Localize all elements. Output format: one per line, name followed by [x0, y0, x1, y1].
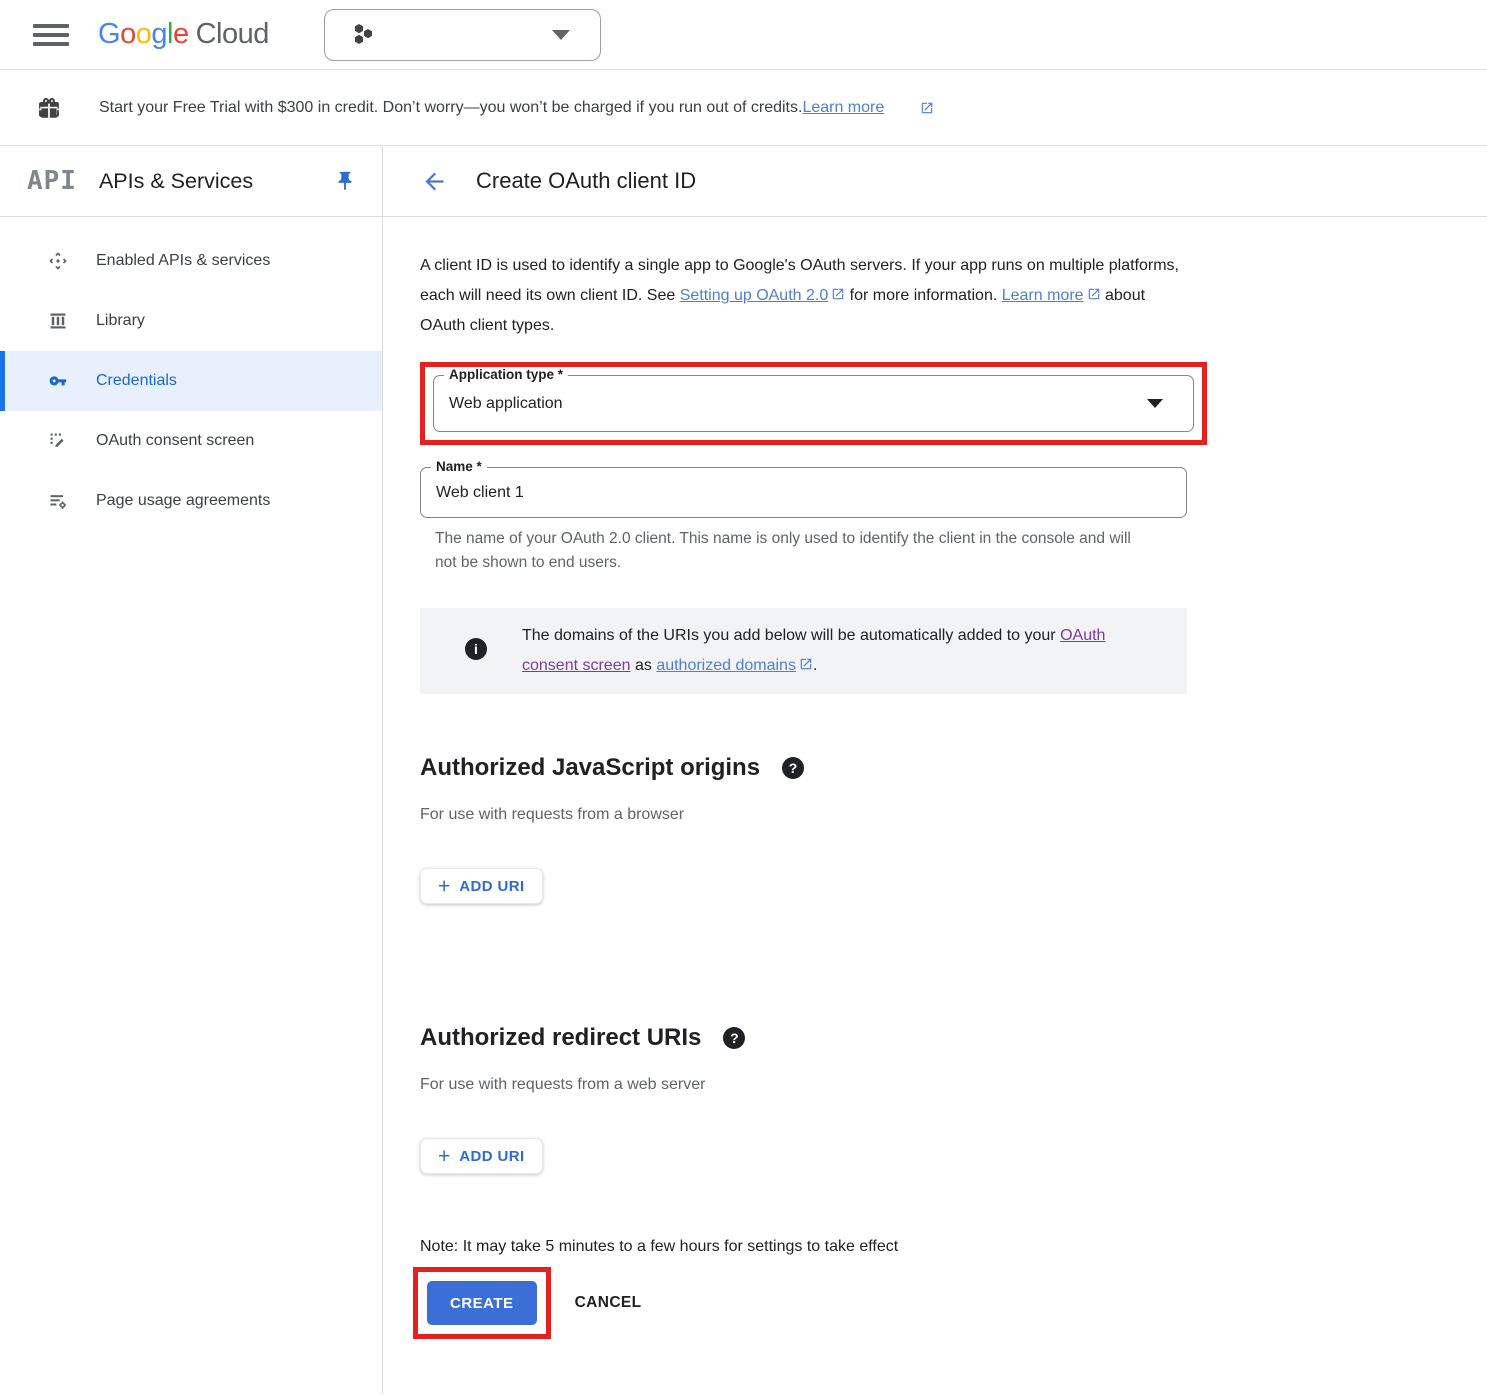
sidebar-nav: Enabled APIs & services Library [0, 217, 382, 531]
name-field[interactable]: Name * [420, 467, 1187, 518]
sidebar-header: API APIs & Services [0, 146, 382, 217]
create-button[interactable]: CREATE [427, 1281, 537, 1325]
sidebar: API APIs & Services Enabled APIs & servi… [0, 146, 383, 1395]
project-icon [349, 20, 379, 50]
setting-up-oauth-link[interactable]: Setting up OAuth 2.0 [680, 287, 829, 304]
project-selector[interactable] [324, 9, 601, 61]
sidebar-item-enabled-apis[interactable]: Enabled APIs & services [0, 231, 382, 291]
hamburger-menu-icon[interactable] [33, 24, 69, 46]
application-type-label: Application type * [444, 367, 568, 382]
page-header: Create OAuth client ID [383, 146, 1487, 217]
sidebar-item-label: Library [96, 312, 145, 330]
intro-paragraph: A client ID is used to identify a single… [420, 251, 1192, 341]
name-input[interactable] [421, 484, 1121, 502]
free-trial-banner: Start your Free Trial with $300 in credi… [0, 70, 1487, 146]
banner-text: Start your Free Trial with $300 in credi… [99, 99, 802, 117]
sidebar-item-oauth-consent[interactable]: OAuth consent screen [0, 411, 382, 471]
apis-icon [48, 251, 68, 271]
external-link-icon [799, 657, 813, 671]
form-actions: CREATE CANCEL [420, 1267, 1487, 1339]
plus-icon: + [438, 876, 450, 897]
chevron-down-icon [552, 30, 570, 40]
redirect-uris-heading: Authorized redirect URIs ? [420, 1024, 1487, 1052]
js-origins-subtitle: For use with requests from a browser [420, 806, 1487, 824]
sidebar-item-library[interactable]: Library [0, 291, 382, 351]
application-type-select[interactable]: Application type * Web application [433, 375, 1194, 432]
sidebar-item-label: Enabled APIs & services [96, 252, 270, 270]
sidebar-item-label: Page usage agreements [96, 492, 270, 510]
plus-icon: + [438, 1146, 450, 1167]
external-link-icon [831, 287, 845, 301]
consent-icon [48, 431, 68, 451]
annotation-box-application-type: Application type * Web application [420, 362, 1207, 445]
key-icon [48, 371, 68, 391]
learn-more-link[interactable]: Learn more [1002, 287, 1084, 304]
external-link-icon [920, 101, 934, 115]
sidebar-item-credentials[interactable]: Credentials [0, 351, 382, 411]
help-icon[interactable]: ? [782, 757, 804, 779]
js-origins-heading: Authorized JavaScript origins ? [420, 754, 1487, 782]
page-title: Create OAuth client ID [476, 168, 696, 194]
settings-note: Note: It may take 5 minutes to a few hou… [420, 1238, 1487, 1256]
name-helper-text: The name of your OAuth 2.0 client. This … [420, 527, 1140, 575]
sidebar-title: APIs & Services [99, 169, 253, 194]
authorized-domains-link[interactable]: authorized domains [656, 657, 796, 674]
cloud-wordmark: Cloud [196, 18, 269, 50]
sidebar-item-page-usage[interactable]: Page usage agreements [0, 471, 382, 531]
chevron-down-icon [1147, 399, 1163, 408]
back-arrow-icon[interactable] [421, 168, 448, 195]
redirect-uris-subtitle: For use with requests from a web server [420, 1076, 1487, 1094]
agreements-icon [48, 491, 68, 511]
gift-icon [36, 95, 62, 121]
api-logo: API [27, 166, 77, 196]
external-link-icon [1087, 287, 1101, 301]
cancel-button[interactable]: CANCEL [575, 1294, 642, 1312]
google-cloud-logo[interactable]: GoogleCloud [98, 18, 269, 51]
sidebar-item-label: Credentials [96, 372, 177, 390]
sidebar-item-label: OAuth consent screen [96, 432, 254, 450]
add-uri-button-redirects[interactable]: + ADD URI [420, 1138, 543, 1174]
pin-icon[interactable] [334, 170, 356, 192]
banner-learn-more-link[interactable]: Learn more [802, 99, 884, 117]
library-icon [48, 311, 68, 331]
add-uri-button-origins[interactable]: + ADD URI [420, 868, 543, 904]
info-icon: i [465, 638, 487, 660]
name-label: Name * [431, 459, 487, 474]
info-box: i The domains of the URIs you add below … [420, 608, 1187, 694]
help-icon[interactable]: ? [723, 1027, 745, 1049]
main-panel: Create OAuth client ID A client ID is us… [383, 146, 1487, 1395]
top-app-bar: GoogleCloud [0, 0, 1487, 70]
annotation-box-create: CREATE [413, 1267, 551, 1339]
application-type-value: Web application [434, 395, 563, 413]
